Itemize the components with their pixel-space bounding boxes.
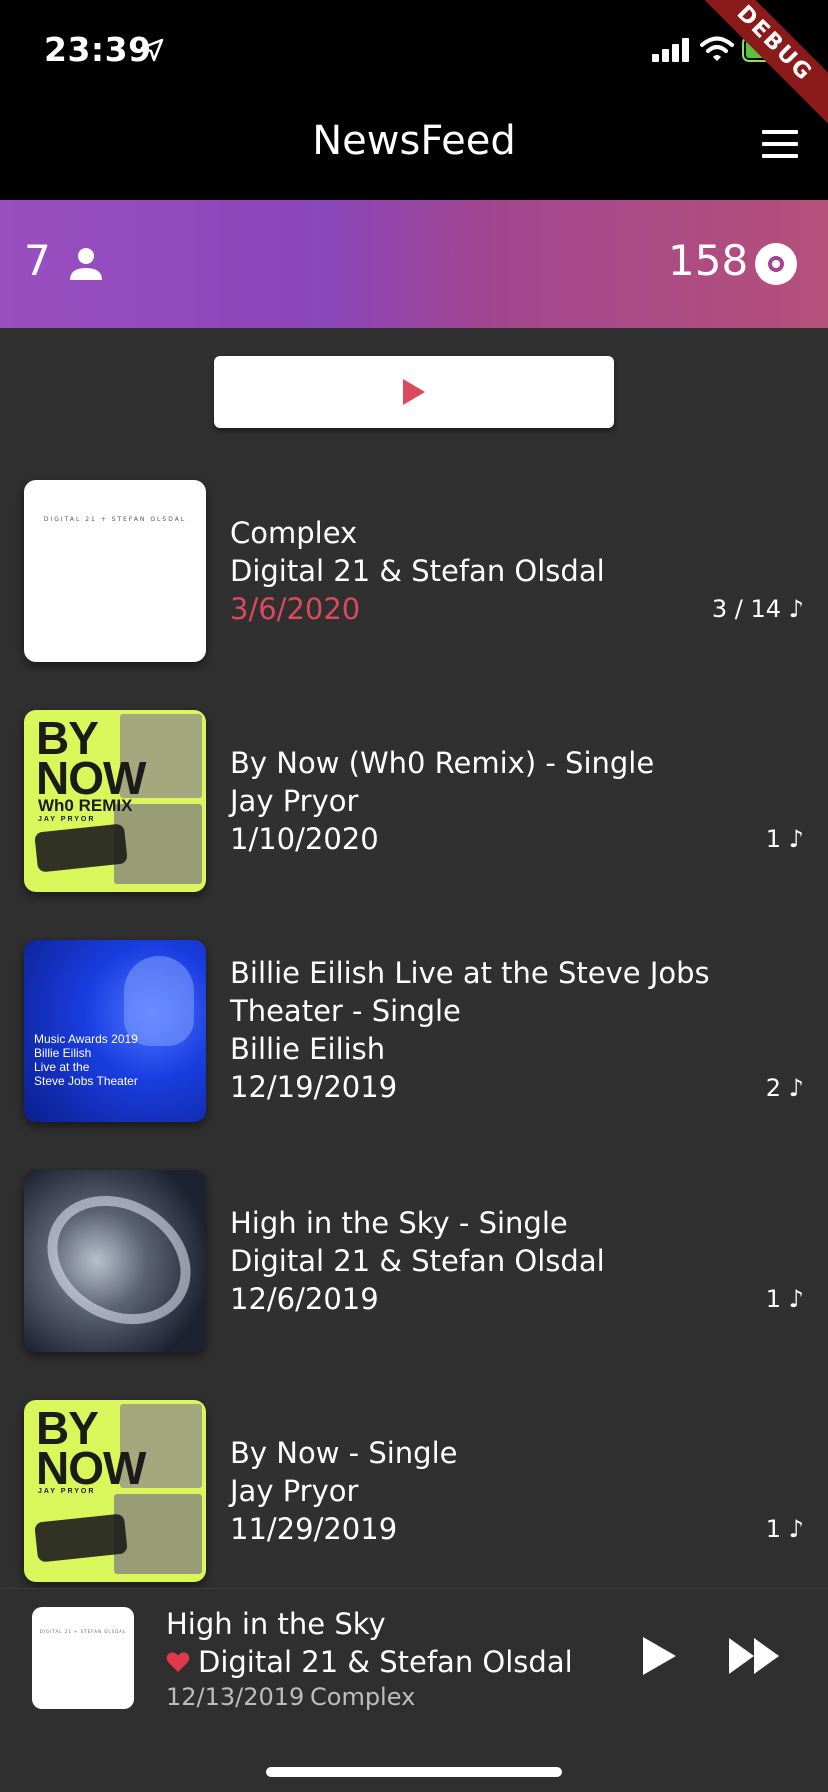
item-artist: Digital 21 & Stefan Olsdal [230, 1244, 605, 1278]
fast-forward-icon[interactable] [728, 1637, 780, 1675]
stats-bar: 7 158 [0, 200, 828, 328]
item-title: High in the Sky - Single [230, 1206, 568, 1240]
list-item[interactable]: High in the Sky - Single Digital 21 & St… [0, 1170, 828, 1370]
item-title: Billie Eilish Live at the Steve Jobs The… [230, 956, 710, 1028]
album-art: BY NOW JAY PRYOR [24, 1400, 206, 1582]
item-title: By Now - Single [230, 1436, 458, 1470]
album-art-text: BY NOW [36, 1402, 146, 1494]
heart-icon[interactable] [166, 1651, 190, 1673]
wifi-icon [700, 36, 734, 61]
play-icon[interactable] [640, 1635, 678, 1677]
item-artist: Jay Pryor [230, 784, 359, 818]
list-item[interactable]: Music Awards 2019 Billie Eilish Live at … [0, 940, 828, 1140]
status-time: 23:39 [44, 30, 152, 69]
now-playing-bar[interactable]: DIGITAL 21 + STEFAN OLSDAL High in the S… [0, 1588, 828, 1792]
list-item[interactable]: BY NOW JAY PRYOR By Now - Single Jay Pry… [0, 1400, 828, 1600]
album-art [24, 1170, 206, 1352]
now-playing-album: Complex [310, 1683, 416, 1711]
album-art-artist: JAY PRYOR [38, 1488, 96, 1495]
item-date: 3/6/2020 [230, 592, 361, 626]
album-art-text: BY NOW [36, 712, 146, 804]
item-artist: Jay Pryor [230, 1474, 359, 1508]
now-playing-date: 12/13/2019 [166, 1683, 305, 1711]
album-art-text: Music Awards 2019 Billie Eilish Live at … [34, 1032, 138, 1088]
album-art-artist: JAY PRYOR [38, 816, 96, 823]
item-info: By Now (Wh0 Remix) - Single Jay Pryor 1/… [230, 744, 790, 858]
top-bar: 23:39 DEBUG NewsFeed [0, 0, 828, 200]
location-arrow-icon [140, 38, 164, 62]
item-artist: Digital 21 & Stefan Olsdal [230, 554, 605, 588]
item-title: By Now (Wh0 Remix) - Single [230, 746, 655, 780]
item-date: 12/19/2019 [230, 1070, 398, 1104]
track-count: 1 ♪ [765, 825, 804, 853]
page-title: NewsFeed [312, 118, 516, 164]
album-art: Music Awards 2019 Billie Eilish Live at … [24, 940, 206, 1122]
item-title: Complex [230, 516, 358, 550]
list-item[interactable]: BY NOW Wh0 REMIX JAY PRYOR By Now (Wh0 R… [0, 710, 828, 910]
item-artist: Billie Eilish [230, 1032, 386, 1066]
track-count: 1 ♪ [765, 1285, 804, 1313]
now-playing-title: High in the Sky [166, 1607, 386, 1641]
now-playing-artist: Digital 21 & Stefan Olsdal [198, 1645, 573, 1679]
item-date: 12/6/2019 [230, 1282, 379, 1316]
debug-banner: DEBUG [690, 0, 828, 128]
menu-icon[interactable] [762, 130, 798, 158]
now-playing-art-text: DIGITAL 21 + STEFAN OLSDAL [39, 1629, 127, 1634]
releases-count: 158 [668, 236, 749, 285]
album-art-subtitle: Wh0 REMIX [38, 796, 133, 815]
followers-count: 7 [24, 236, 51, 285]
disc-icon[interactable] [754, 242, 798, 286]
list-item[interactable]: DIGITAL 21 + STEFAN OLSDAL Complex Digit… [0, 480, 828, 680]
person-icon[interactable] [68, 246, 104, 282]
play-all-button[interactable] [214, 356, 614, 428]
item-date: 1/10/2020 [230, 822, 379, 856]
item-info: High in the Sky - Single Digital 21 & St… [230, 1204, 790, 1318]
cellular-signal-icon [652, 38, 689, 62]
item-info: By Now - Single Jay Pryor 11/29/2019 [230, 1434, 790, 1548]
track-count: 2 ♪ [765, 1074, 804, 1102]
track-count: 3 / 14 ♪ [711, 595, 804, 623]
now-playing-art[interactable]: DIGITAL 21 + STEFAN OLSDAL [32, 1607, 134, 1709]
item-info: Complex Digital 21 & Stefan Olsdal 3/6/2… [230, 514, 790, 628]
play-icon [403, 379, 425, 405]
album-art-text: DIGITAL 21 + STEFAN OLSDAL [43, 516, 187, 523]
item-info: Billie Eilish Live at the Steve Jobs The… [230, 954, 790, 1106]
item-date: 11/29/2019 [230, 1512, 398, 1546]
home-indicator [266, 1767, 562, 1777]
album-art: DIGITAL 21 + STEFAN OLSDAL [24, 480, 206, 662]
track-count: 1 ♪ [765, 1515, 804, 1543]
album-art: BY NOW Wh0 REMIX JAY PRYOR [24, 710, 206, 892]
